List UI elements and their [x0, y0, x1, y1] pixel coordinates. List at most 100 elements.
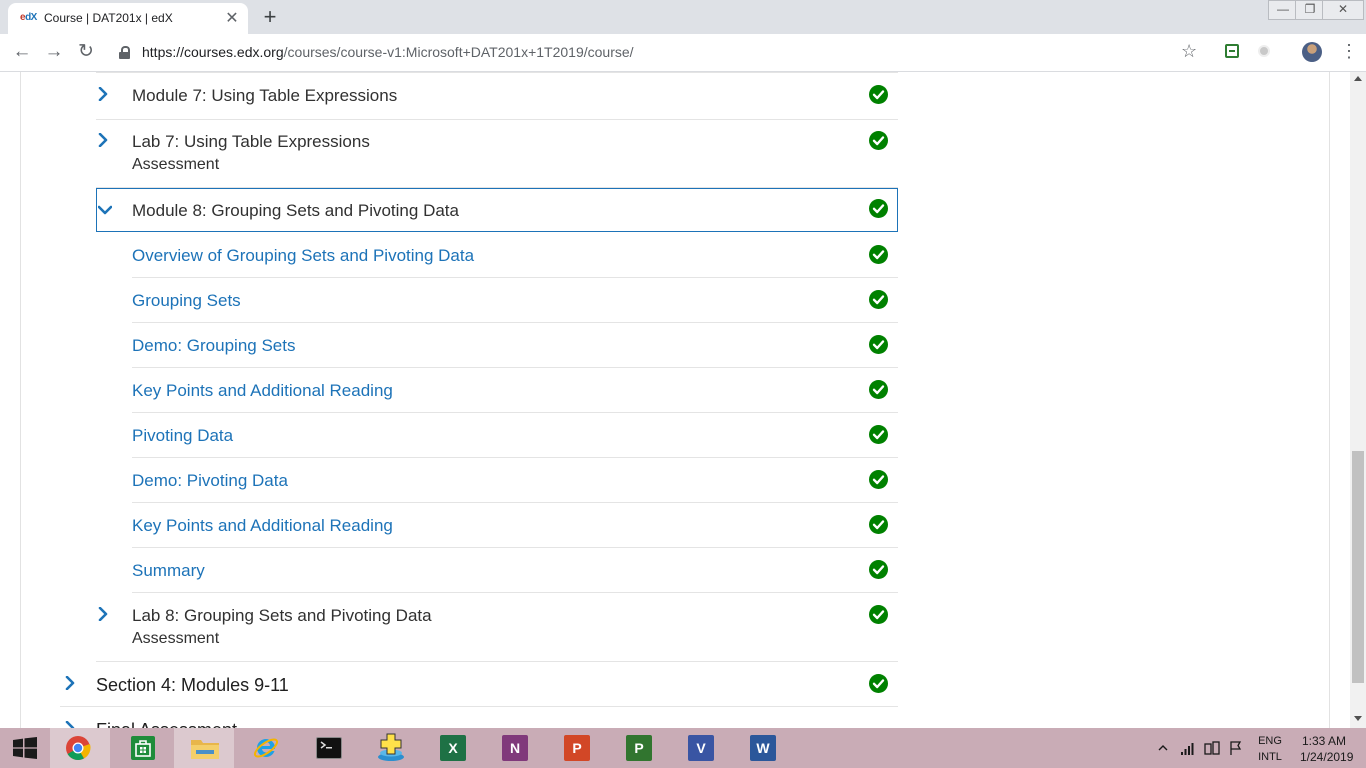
- store-bag-icon: [131, 736, 155, 760]
- complete-check-icon: [869, 425, 888, 444]
- address-bar[interactable]: https://courses.edx.org/courses/course-v…: [142, 44, 634, 60]
- extension-icon[interactable]: [1258, 45, 1270, 57]
- browser-toolbar: ← → ↻ https://courses.edx.org/courses/co…: [0, 34, 1366, 72]
- url-path: /courses/course-v1:Microsoft+DAT201x+1T2…: [283, 44, 634, 60]
- unit-row[interactable]: Key Points and Additional Reading: [132, 503, 898, 548]
- show-hidden-icons-chevron-up-icon[interactable]: [1158, 744, 1168, 752]
- subsection-title[interactable]: Lab 7: Using Table Expressions: [132, 132, 370, 152]
- section-row[interactable]: Section 4: Modules 9-11: [60, 662, 898, 707]
- restore-button[interactable]: ❐: [1295, 0, 1325, 20]
- complete-check-icon: [869, 85, 888, 104]
- minimize-button[interactable]: —: [1268, 0, 1298, 20]
- subsection-row[interactable]: Module 7: Using Table Expressions: [96, 72, 898, 120]
- pocket-extension-icon[interactable]: [1225, 44, 1239, 58]
- chevron-right-icon[interactable]: [63, 721, 77, 728]
- reload-button[interactable]: ↻: [74, 40, 98, 64]
- profile-avatar[interactable]: [1302, 42, 1322, 62]
- unit-link[interactable]: Demo: Pivoting Data: [132, 471, 288, 491]
- unit-row[interactable]: Overview of Grouping Sets and Pivoting D…: [132, 233, 898, 278]
- taskbar-visio[interactable]: V: [670, 728, 730, 768]
- subsection-title[interactable]: Lab 8: Grouping Sets and Pivoting Data: [132, 606, 432, 626]
- unit-row[interactable]: Summary: [132, 548, 898, 593]
- command-prompt-icon: [316, 737, 342, 759]
- system-clock[interactable]: 1:33 AM 1/24/2019: [1300, 733, 1353, 765]
- unit-row[interactable]: Grouping Sets: [132, 278, 898, 323]
- network-signal-icon[interactable]: [1180, 740, 1196, 756]
- unit-row[interactable]: Pivoting Data: [132, 413, 898, 458]
- complete-check-icon: [869, 380, 888, 399]
- subsection-row[interactable]: Lab 8: Grouping Sets and Pivoting Data A…: [96, 593, 898, 662]
- taskbar-internet-explorer[interactable]: [236, 728, 296, 768]
- taskbar-command-prompt[interactable]: [298, 728, 358, 768]
- input-language-indicator[interactable]: ENG INTL: [1256, 733, 1284, 765]
- back-button[interactable]: ←: [10, 40, 34, 64]
- complete-check-icon: [869, 470, 888, 489]
- action-center-flag-icon[interactable]: [1228, 740, 1244, 756]
- complete-check-icon: [869, 245, 888, 264]
- taskbar-file-explorer[interactable]: [174, 728, 234, 768]
- chrome-icon: [66, 736, 91, 761]
- forward-button[interactable]: →: [42, 40, 66, 64]
- devices-icon[interactable]: [1204, 740, 1220, 756]
- section-row[interactable]: Final Assessment: [60, 707, 898, 728]
- complete-check-icon: [869, 290, 888, 309]
- subsection-row-expanded[interactable]: Module 8: Grouping Sets and Pivoting Dat…: [96, 188, 898, 232]
- scrollbar-thumb[interactable]: [1352, 451, 1364, 683]
- taskbar-excel[interactable]: X: [422, 728, 482, 768]
- taskbar-store[interactable]: [112, 728, 172, 768]
- browser-tab-strip: edX Course | DAT201x | edX ✕ + — ❐ ✕: [0, 0, 1366, 34]
- unit-link[interactable]: Overview of Grouping Sets and Pivoting D…: [132, 246, 474, 266]
- unit-row[interactable]: Demo: Pivoting Data: [132, 458, 898, 503]
- subsection-subtitle: Assessment: [132, 630, 220, 647]
- unit-link[interactable]: Summary: [132, 561, 205, 581]
- chevron-right-icon[interactable]: [63, 676, 77, 690]
- section-title[interactable]: Final Assessment: [96, 720, 237, 728]
- complete-check-icon: [869, 515, 888, 534]
- taskbar-powerpoint[interactable]: P: [546, 728, 606, 768]
- section-title[interactable]: Section 4: Modules 9-11: [96, 675, 289, 696]
- tab-close-icon[interactable]: ✕: [222, 9, 242, 29]
- scroll-up-arrow-icon[interactable]: [1354, 76, 1362, 81]
- taskbar-project[interactable]: P: [608, 728, 668, 768]
- new-tab-button[interactable]: +: [256, 4, 284, 30]
- unit-link[interactable]: Key Points and Additional Reading: [132, 516, 393, 536]
- chevron-down-icon[interactable]: [98, 203, 112, 217]
- chevron-right-icon[interactable]: [96, 133, 110, 147]
- taskbar-first-aid-app[interactable]: [360, 728, 420, 768]
- close-window-button[interactable]: ✕: [1322, 0, 1364, 20]
- scroll-down-arrow-icon[interactable]: [1354, 716, 1362, 721]
- taskbar-chrome[interactable]: [50, 728, 110, 768]
- complete-check-icon: [869, 199, 888, 218]
- chevron-right-icon[interactable]: [96, 607, 110, 621]
- first-aid-icon: [378, 733, 404, 761]
- subsection-title[interactable]: Module 8: Grouping Sets and Pivoting Dat…: [132, 201, 459, 221]
- start-button[interactable]: [0, 728, 50, 768]
- complete-check-icon: [869, 131, 888, 150]
- course-outline-page: Module 7: Using Table Expressions Lab 7:…: [0, 72, 1350, 728]
- project-icon: P: [626, 735, 652, 761]
- clock-time: 1:33 AM: [1301, 734, 1347, 748]
- internet-explorer-icon: [253, 738, 279, 758]
- chevron-right-icon[interactable]: [96, 87, 110, 101]
- unit-row[interactable]: Demo: Grouping Sets: [132, 323, 898, 368]
- subsection-subtitle: Assessment: [132, 156, 220, 173]
- unit-link[interactable]: Key Points and Additional Reading: [132, 381, 393, 401]
- powerpoint-icon: P: [564, 735, 590, 761]
- complete-check-icon: [869, 605, 888, 624]
- taskbar-onenote[interactable]: N: [484, 728, 544, 768]
- visio-icon: V: [688, 735, 714, 761]
- subsection-row[interactable]: Lab 7: Using Table Expressions Assessmen…: [96, 119, 898, 188]
- subsection-title[interactable]: Module 7: Using Table Expressions: [132, 86, 397, 106]
- unit-row[interactable]: Key Points and Additional Reading: [132, 368, 898, 413]
- unit-link[interactable]: Demo: Grouping Sets: [132, 336, 295, 356]
- unit-link[interactable]: Grouping Sets: [132, 291, 241, 311]
- browser-menu-icon[interactable]: ⋮: [1340, 41, 1358, 61]
- unit-link[interactable]: Pivoting Data: [132, 426, 233, 446]
- taskbar-word[interactable]: W: [732, 728, 792, 768]
- lock-icon: [119, 46, 130, 59]
- browser-tab[interactable]: edX Course | DAT201x | edX ✕: [8, 3, 248, 34]
- bookmark-star-icon[interactable]: ☆: [1181, 41, 1197, 62]
- page-scrollbar[interactable]: [1350, 72, 1366, 728]
- windows-taskbar: X N P P V W ENG INTL 1:33 AM 1/24/2019: [0, 728, 1366, 768]
- complete-check-icon: [869, 674, 888, 693]
